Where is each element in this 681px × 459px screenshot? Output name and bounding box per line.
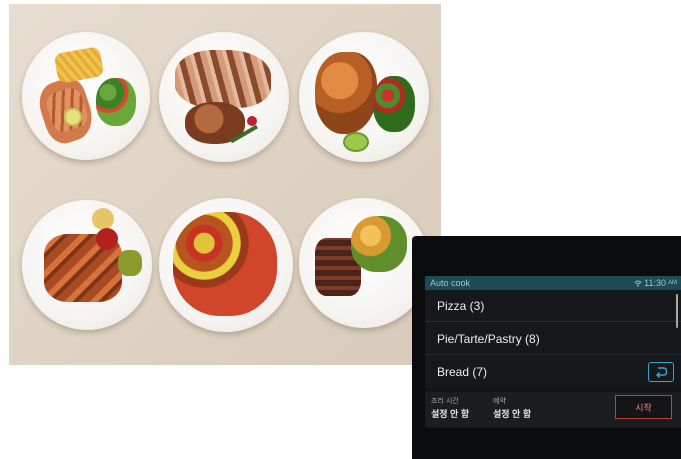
back-button[interactable] [648, 362, 674, 382]
menu-item-bread[interactable]: Bread (7) [425, 356, 681, 388]
food-photo [9, 4, 441, 365]
menu-item-label: Pie/Tarte/Pastry (8) [437, 332, 540, 346]
skewers-plate [22, 200, 152, 330]
roast-chicken-plate [299, 32, 429, 162]
status-clock: 11:30 AM [634, 278, 677, 288]
sausage-peppers-plate [159, 198, 293, 332]
status-time: 11:30 [644, 278, 666, 288]
oven-control-panel: Auto cook 11:30 AM Pizza (3) Pie/Tarte/Pa… [412, 236, 681, 459]
reserve-label: 예약 [493, 398, 506, 405]
menu-item-label: Pizza (3) [437, 299, 485, 313]
menu-item-pie-tarte-pastry[interactable]: Pie/Tarte/Pastry (8) [425, 323, 681, 355]
wifi-icon [634, 280, 642, 287]
roast-pork-plate [159, 32, 289, 162]
scrollbar[interactable] [676, 294, 678, 328]
cook-time-value[interactable]: 설정 안 함 [431, 407, 469, 420]
status-title: Auto cook [430, 278, 471, 288]
back-arrow-icon [656, 367, 668, 378]
salmon-fries-plate [22, 32, 150, 160]
status-ampm: AM [668, 280, 677, 286]
reserve-value[interactable]: 설정 안 함 [493, 407, 531, 420]
menu-item-label: Bread (7) [437, 365, 488, 379]
status-bar: Auto cook 11:30 AM [425, 276, 681, 290]
cook-time-label: 조리 시간 [431, 398, 459, 405]
start-button[interactable]: 시작 [615, 395, 672, 419]
steak-potatoes-plate [299, 198, 429, 328]
menu-item-pizza[interactable]: Pizza (3) [425, 290, 681, 322]
